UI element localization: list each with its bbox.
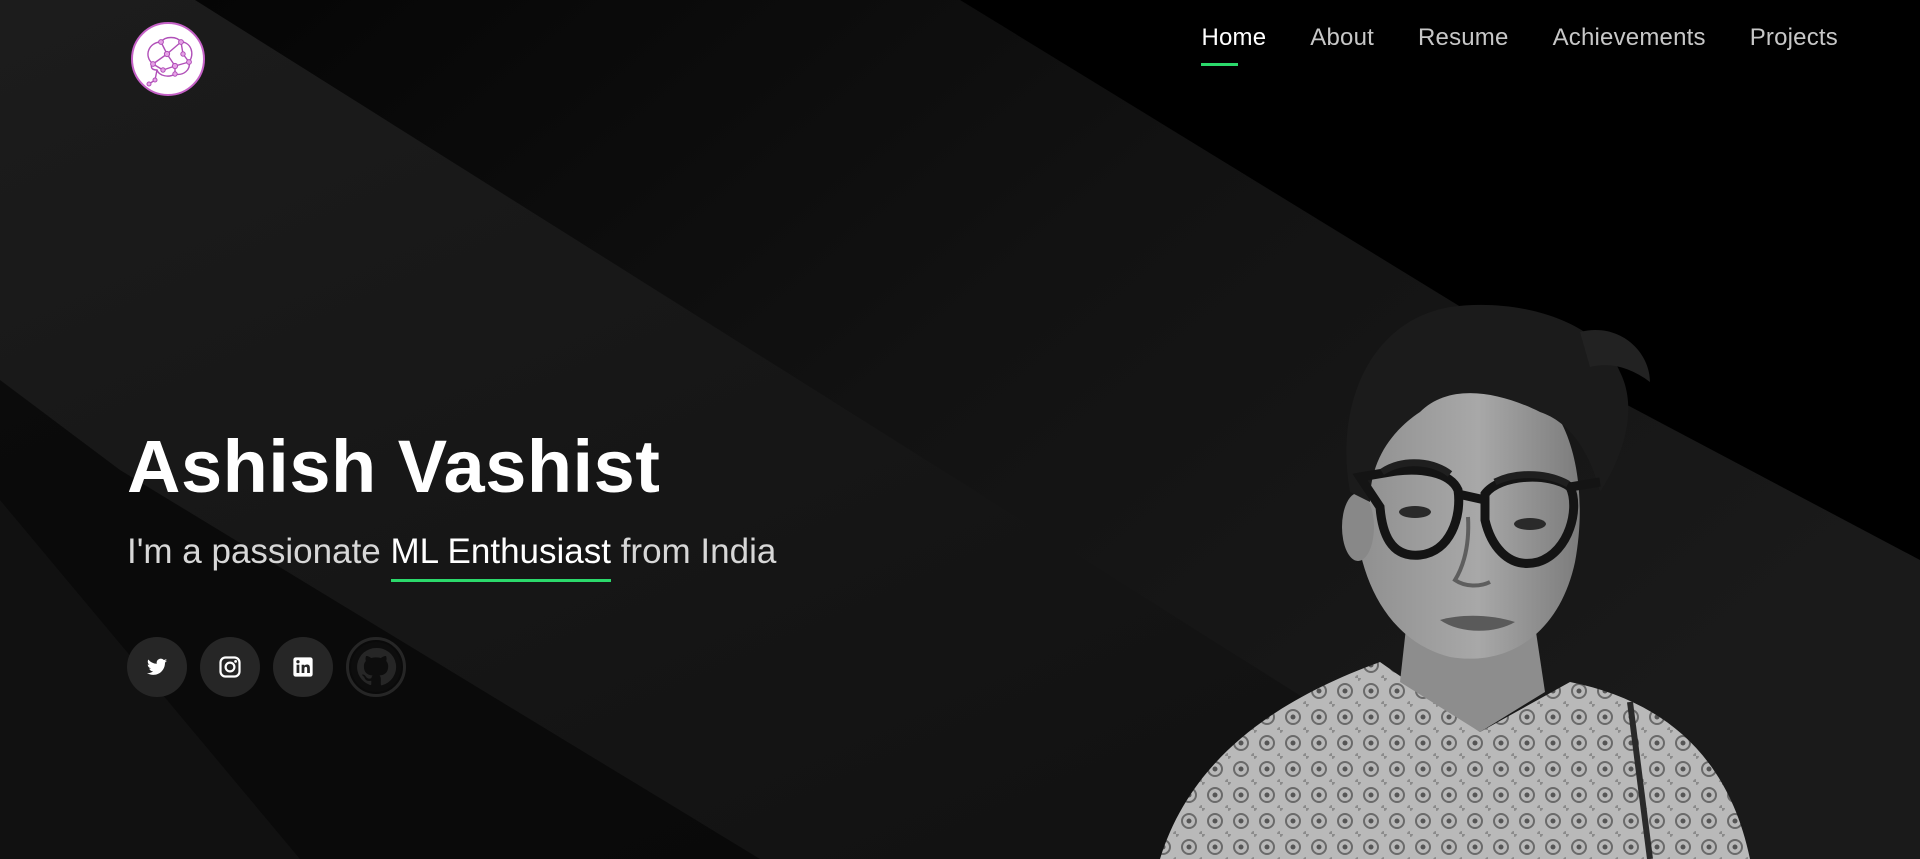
social-links	[127, 637, 406, 697]
instagram-icon	[219, 656, 241, 678]
nav-item-resume[interactable]: Resume	[1418, 24, 1509, 66]
site-logo[interactable]	[131, 22, 205, 96]
profile-photo	[1160, 304, 1750, 859]
hero-tagline: I'm a passionate ML Enthusiast from Indi…	[127, 532, 777, 582]
nav-item-achievements[interactable]: Achievements	[1553, 24, 1706, 66]
github-icon	[351, 642, 401, 692]
tagline-prefix: I'm a passionate	[127, 532, 391, 571]
linkedin-button[interactable]	[273, 637, 333, 697]
main-nav: Home About Resume Achievements Projects	[1201, 24, 1838, 66]
brain-network-icon	[146, 36, 193, 87]
linkedin-icon	[293, 657, 313, 677]
tagline-highlight: ML Enthusiast	[390, 532, 611, 582]
github-button[interactable]	[346, 637, 406, 697]
hero-name: Ashish Vashist	[127, 425, 661, 508]
tagline-suffix: from India	[610, 532, 777, 571]
nav-item-about[interactable]: About	[1310, 24, 1374, 66]
nav-item-home[interactable]: Home	[1201, 24, 1266, 66]
instagram-button[interactable]	[200, 637, 260, 697]
twitter-icon	[146, 658, 168, 675]
nav-item-projects[interactable]: Projects	[1750, 24, 1838, 66]
twitter-button[interactable]	[127, 637, 187, 697]
